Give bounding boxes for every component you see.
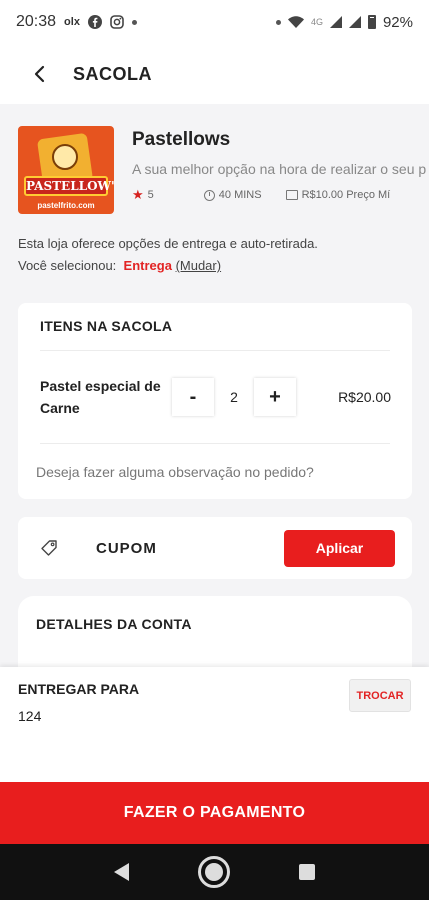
min-price-value: R$10.00 Preço Mí bbox=[301, 189, 391, 201]
nav-home-icon[interactable] bbox=[197, 856, 230, 888]
change-address-button[interactable]: TROCAR bbox=[349, 679, 411, 712]
store-description: A sua melhor opção na hora de realizar o… bbox=[132, 161, 427, 177]
store-summary: PASTELLOW'S pastelfrito.com Pastellows A… bbox=[0, 104, 429, 214]
checkout-payment-button[interactable]: FAZER O PAGAMENTO bbox=[0, 782, 429, 844]
network-type-label: 4G bbox=[310, 17, 323, 27]
logo-url-text: pastelfrito.com bbox=[37, 201, 95, 210]
delivery-info: Esta loja oferece opções de entrega e au… bbox=[0, 214, 429, 277]
wifi-icon bbox=[287, 16, 304, 28]
delivery-selection: Você selecionou: Entrega (Mudar) bbox=[18, 255, 411, 277]
battery-percent: 92% bbox=[382, 13, 413, 31]
signal-icon bbox=[329, 16, 342, 28]
quantity-stepper: - 2 + bbox=[172, 378, 296, 416]
cart-item-row: Pastel especial de Carne - 2 + R$20.00 bbox=[18, 351, 412, 443]
star-icon: ★ bbox=[132, 187, 144, 202]
store-rating: ★ 5 bbox=[132, 187, 154, 203]
selected-mode: Entrega bbox=[123, 258, 172, 273]
status-time: 20:38 bbox=[16, 13, 57, 30]
battery-icon bbox=[367, 15, 376, 29]
delivery-time-value: 40 MINS bbox=[218, 189, 262, 201]
clock-icon bbox=[203, 189, 215, 201]
nav-back-icon[interactable] bbox=[114, 863, 130, 881]
facebook-icon bbox=[87, 15, 102, 29]
decrease-quantity-button[interactable]: - bbox=[172, 378, 214, 416]
status-bar: 20:38 olx 4G 92% bbox=[0, 0, 429, 44]
store-min-price: R$10.00 Preço Mí bbox=[285, 189, 391, 201]
rating-value: 5 bbox=[147, 189, 154, 201]
more-notifications-dot bbox=[131, 19, 137, 25]
increase-quantity-button[interactable]: + bbox=[254, 378, 296, 416]
bag-content: PASTELLOW'S pastelfrito.com Pastellows A… bbox=[0, 104, 429, 667]
selected-prefix: Você selecionou: bbox=[18, 258, 117, 273]
change-mode-link[interactable]: (Mudar) bbox=[176, 258, 222, 273]
store-delivery-time: 40 MINS bbox=[203, 189, 262, 201]
cart-items-card: ITENS NA SACOLA Pastel especial de Carne… bbox=[18, 303, 412, 499]
coupon-label: CUPOM bbox=[96, 539, 157, 557]
item-quantity: 2 bbox=[230, 389, 238, 405]
coupon-card: CUPOM Aplicar bbox=[18, 517, 412, 579]
back-button[interactable] bbox=[19, 54, 59, 94]
vibrate-dot bbox=[275, 19, 281, 25]
delivery-options-text: Esta loja oferece opções de entrega e au… bbox=[18, 236, 318, 251]
apply-coupon-button[interactable]: Aplicar bbox=[284, 529, 395, 567]
item-price: R$20.00 bbox=[338, 389, 391, 405]
deliver-to-label: ENTREGAR PARA bbox=[18, 681, 140, 697]
logo-mascot-face bbox=[52, 144, 78, 170]
deliver-to-panel: ENTREGAR PARA 124 TROCAR bbox=[0, 667, 429, 782]
logo-text: PASTELLOW'S bbox=[24, 176, 114, 196]
store-info: Pastellows A sua melhor opção na hora de… bbox=[132, 126, 429, 214]
olx-notification-icon: olx bbox=[64, 16, 80, 28]
account-details-card: DETALHES DA CONTA bbox=[18, 596, 412, 667]
cart-items-title: ITENS NA SACOLA bbox=[40, 318, 173, 334]
coupon-tag-icon bbox=[41, 540, 57, 556]
signal-icon-2 bbox=[348, 16, 361, 28]
store-logo: PASTELLOW'S pastelfrito.com bbox=[18, 126, 114, 214]
deliver-to-address: 124 bbox=[18, 708, 42, 724]
android-nav-bar bbox=[0, 844, 429, 900]
store-name: Pastellows bbox=[132, 129, 231, 150]
app-header: SACOLA bbox=[0, 44, 429, 104]
back-arrow-icon bbox=[34, 65, 45, 83]
order-observation-input[interactable]: Deseja fazer alguma observação no pedido… bbox=[18, 444, 412, 500]
account-details-title: DETALHES DA CONTA bbox=[36, 616, 192, 632]
page-title: SACOLA bbox=[73, 63, 152, 84]
box-icon bbox=[285, 190, 298, 200]
store-meta: ★ 5 40 MINS R$10.00 Preço Mí bbox=[132, 187, 429, 203]
nav-recents-icon[interactable] bbox=[298, 864, 315, 880]
instagram-icon bbox=[110, 15, 124, 29]
item-name: Pastel especial de Carne bbox=[40, 378, 161, 416]
